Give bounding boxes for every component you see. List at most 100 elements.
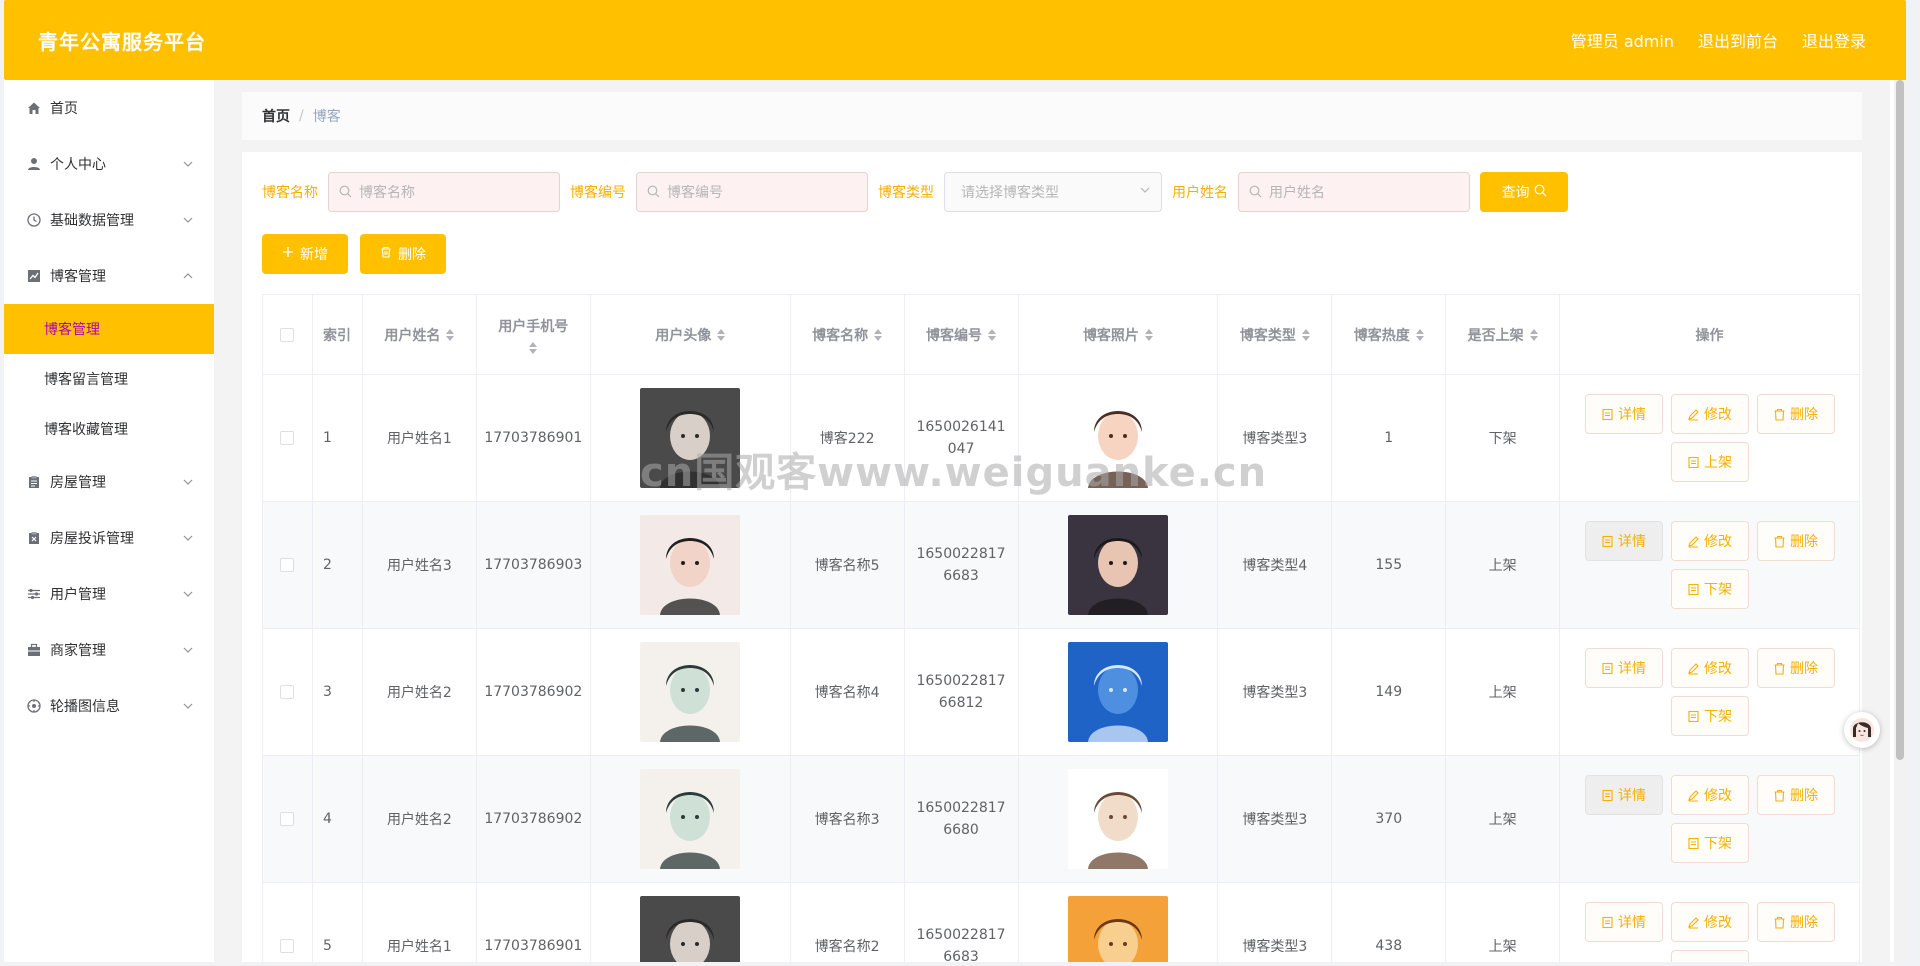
toggle-shelf-button[interactable]: 下架 <box>1670 950 1749 962</box>
detail-button[interactable]: 详情 <box>1584 648 1663 688</box>
table-cell <box>263 502 313 628</box>
col-blog-type[interactable]: 博客类型 <box>1218 295 1333 374</box>
sidebar-item-label: 用户管理 <box>50 587 106 603</box>
blog-photo-image[interactable] <box>1067 769 1168 869</box>
query-button[interactable]: 查询 <box>1480 172 1568 212</box>
op-label: 详情 <box>1618 407 1647 423</box>
row-checkbox[interactable] <box>280 558 295 572</box>
col-blog-code[interactable]: 博客编号 <box>905 295 1019 374</box>
select-all-checkbox[interactable] <box>280 327 295 342</box>
detail-button[interactable]: 详情 <box>1584 394 1663 434</box>
op-label: 详情 <box>1618 661 1647 677</box>
toggle-shelf-button[interactable]: 上架 <box>1670 442 1749 482</box>
detail-button[interactable]: 详情 <box>1584 902 1663 942</box>
document-icon <box>1687 456 1700 469</box>
edit-icon <box>1687 916 1700 929</box>
sort-icon[interactable] <box>1144 328 1153 341</box>
user-avatar-image[interactable] <box>640 642 741 742</box>
edit-button[interactable]: 修改 <box>1670 648 1749 688</box>
blog-type-select[interactable]: 请选择博客类型 <box>944 172 1162 212</box>
op-label: 详情 <box>1618 915 1647 931</box>
detail-button[interactable]: 详情 <box>1584 775 1663 815</box>
scrollbar-thumb[interactable] <box>1896 80 1904 760</box>
breadcrumb-home[interactable]: 首页 <box>262 106 290 126</box>
blog-photo-image[interactable] <box>1067 642 1168 742</box>
user-avatar-image[interactable] <box>640 388 741 488</box>
sidebar-item-merchants[interactable]: 商家管理 <box>4 622 214 678</box>
sidebar-item-carousel[interactable]: 轮播图信息 <box>4 678 214 734</box>
col-blog-photo[interactable]: 博客照片 <box>1019 295 1219 374</box>
sidebar-item-profile[interactable]: 个人中心 <box>4 136 214 192</box>
toggle-shelf-button[interactable]: 下架 <box>1670 823 1749 863</box>
delete-button[interactable]: 删除 <box>1756 648 1835 688</box>
edit-button[interactable]: 修改 <box>1670 394 1749 434</box>
cell-blog-type: 博客类型3 <box>1242 431 1308 447</box>
delete-button[interactable]: 删除 <box>1756 394 1835 434</box>
sidebar-item-blog[interactable]: 博客管理 <box>4 248 214 304</box>
row-operations: 详情 修改 删除下架 <box>1580 775 1840 863</box>
sidebar-subitem-blog-favorites[interactable]: 博客收藏管理 <box>4 404 214 454</box>
sidebar-item-users[interactable]: 用户管理 <box>4 566 214 622</box>
sidebar-item-complaints[interactable]: 房屋投诉管理 <box>4 510 214 566</box>
sort-icon[interactable] <box>988 328 997 341</box>
sort-icon[interactable] <box>1415 328 1424 341</box>
sort-icon[interactable] <box>1529 328 1538 341</box>
toggle-shelf-button[interactable]: 下架 <box>1670 696 1749 736</box>
row-checkbox[interactable] <box>280 939 295 953</box>
col-heat[interactable]: 博客热度 <box>1332 295 1447 374</box>
cell-index: 5 <box>322 938 332 954</box>
blog-photo-image[interactable] <box>1067 896 1168 962</box>
sidebar-subitem-blog-comments[interactable]: 博客留言管理 <box>4 354 214 404</box>
cell-on-shelf: 上架 <box>1488 558 1517 574</box>
sidebar-subitem-blog-manage[interactable]: 博客管理 <box>4 304 214 354</box>
sidebar-item-label: 房屋管理 <box>50 475 106 491</box>
blog-photo-image[interactable] <box>1067 515 1168 615</box>
user-avatar-image[interactable] <box>640 896 741 962</box>
sort-icon[interactable] <box>874 328 883 341</box>
table-cell: 上架 <box>1446 756 1561 882</box>
sort-icon[interactable] <box>717 328 726 341</box>
cell-index: 1 <box>322 430 332 446</box>
admin-label[interactable]: 管理员 admin <box>1571 28 1674 52</box>
op-label: 上架 <box>1704 455 1733 471</box>
sort-icon[interactable] <box>446 328 455 341</box>
sort-icon[interactable] <box>529 341 538 354</box>
op-label: 删除 <box>1790 661 1819 677</box>
row-checkbox[interactable] <box>280 812 295 826</box>
cell-blog-code: 16500228176683 <box>916 546 1006 584</box>
col-on-shelf[interactable]: 是否上架 <box>1446 295 1561 374</box>
table-cell: 149 <box>1332 629 1447 755</box>
delete-button[interactable]: 删除 <box>1756 902 1835 942</box>
user-avatar-image[interactable] <box>640 515 741 615</box>
detail-button[interactable]: 详情 <box>1584 521 1663 561</box>
blog-name-input[interactable]: 博客名称 <box>328 172 560 212</box>
sidebar-item-house[interactable]: 房屋管理 <box>4 454 214 510</box>
back-to-front-link[interactable]: 退出到前台 <box>1698 28 1778 52</box>
add-button[interactable]: 新增 <box>262 234 348 274</box>
page-scrollbar[interactable] <box>1894 80 1906 962</box>
edit-button[interactable]: 修改 <box>1670 902 1749 942</box>
floating-avatar-button[interactable] <box>1844 712 1880 748</box>
col-avatar[interactable]: 用户头像 <box>591 295 791 374</box>
row-checkbox[interactable] <box>280 685 295 699</box>
logout-link[interactable]: 退出登录 <box>1802 28 1866 52</box>
blog-photo-image[interactable] <box>1067 388 1168 488</box>
delete-button[interactable]: 删除 <box>1756 521 1835 561</box>
user-avatar-image[interactable] <box>640 769 741 869</box>
user-name-input[interactable]: 用户姓名 <box>1238 172 1470 212</box>
edit-button[interactable]: 修改 <box>1670 521 1749 561</box>
delete-button[interactable]: 删除 <box>1756 775 1835 815</box>
blog-code-input[interactable]: 博客编号 <box>636 172 868 212</box>
chevron-up-icon <box>182 270 194 282</box>
batch-delete-button[interactable]: 删除 <box>360 234 446 274</box>
col-user-name[interactable]: 用户姓名 <box>363 295 477 374</box>
sidebar-item-home[interactable]: 首页 <box>4 80 214 136</box>
sort-icon[interactable] <box>1301 328 1310 341</box>
row-checkbox[interactable] <box>280 431 295 445</box>
col-phone[interactable]: 用户手机号 <box>477 295 591 374</box>
sidebar-item-basic-data[interactable]: 基础数据管理 <box>4 192 214 248</box>
toggle-shelf-button[interactable]: 下架 <box>1670 569 1749 609</box>
edit-button[interactable]: 修改 <box>1670 775 1749 815</box>
col-blog-name[interactable]: 博客名称 <box>791 295 905 374</box>
edit-icon <box>1687 408 1700 421</box>
